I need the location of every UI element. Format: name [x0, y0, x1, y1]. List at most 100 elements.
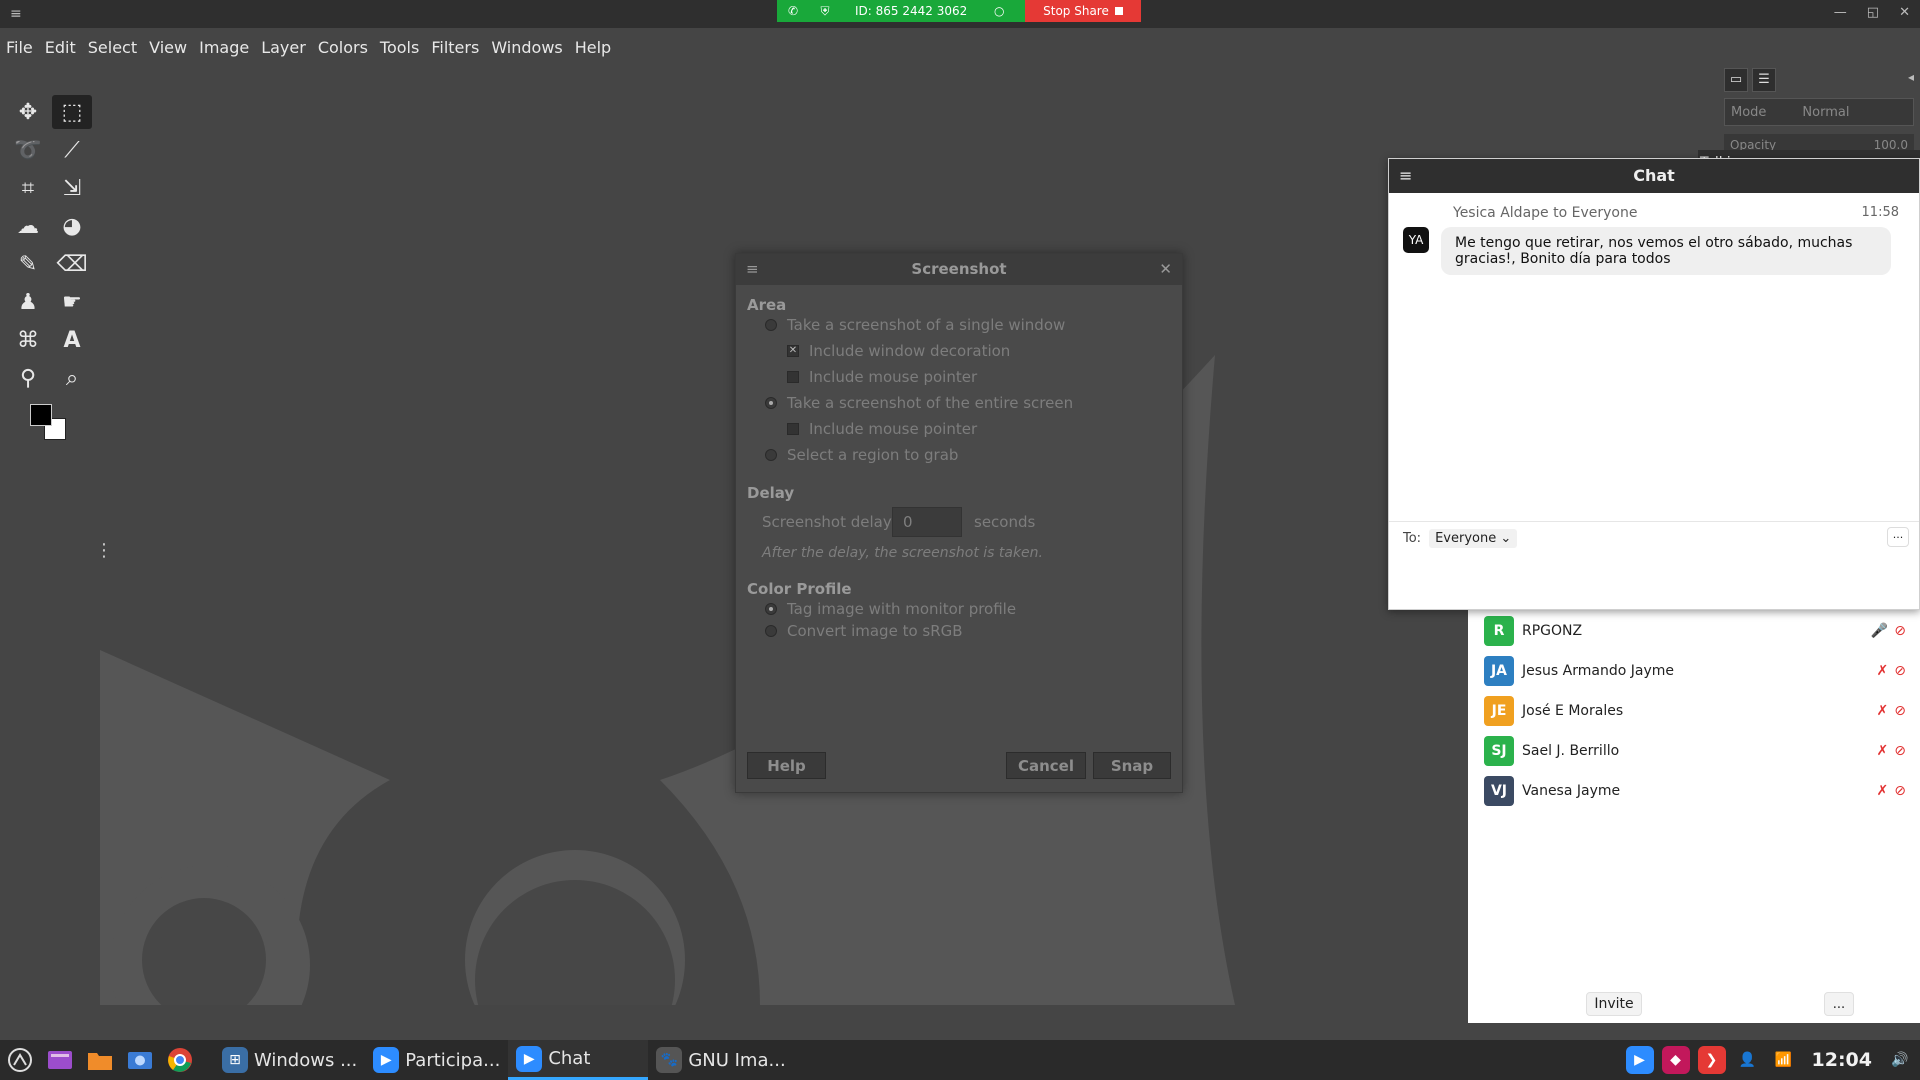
- maximize-icon[interactable]: ◱: [1867, 5, 1879, 20]
- layer-mode-select[interactable]: Mode Normal: [1724, 98, 1914, 126]
- zoom-icon: ▶: [516, 1045, 543, 1072]
- task-participants[interactable]: ▶ Participa...: [365, 1040, 508, 1080]
- menu-file[interactable]: File: [6, 36, 33, 59]
- panel-resize-handle[interactable]: ⋮: [95, 540, 113, 561]
- color-picker-tool-icon[interactable]: ⚲: [8, 361, 48, 395]
- app-menu-icon[interactable]: [0, 1040, 40, 1080]
- message-sender: Yesica Aldape to Everyone: [1453, 205, 1638, 221]
- lasso-tool-icon[interactable]: ➰: [8, 133, 48, 167]
- bucket-fill-tool-icon[interactable]: ◕: [52, 209, 92, 243]
- screenshot-app-icon[interactable]: [120, 1040, 160, 1080]
- chrome-icon[interactable]: [160, 1040, 200, 1080]
- menu-select[interactable]: Select: [88, 36, 137, 59]
- dialog-close-icon[interactable]: ✕: [1159, 254, 1172, 285]
- tag-profile-radio[interactable]: Tag image with monitor profile: [765, 600, 1016, 618]
- menu-help[interactable]: Help: [575, 36, 611, 59]
- include-pointer-checkbox-2[interactable]: Include mouse pointer: [787, 420, 977, 438]
- participant-row[interactable]: VJ Vanesa Jayme ✗ ⊘: [1484, 775, 1914, 807]
- to-label: To:: [1403, 531, 1422, 546]
- foreground-color-swatch[interactable]: [30, 404, 52, 426]
- participant-row[interactable]: JA Jesus Armando Jayme ✗ ⊘: [1484, 655, 1914, 687]
- dialog-menu-icon[interactable]: ≡: [746, 254, 759, 285]
- close-icon[interactable]: ✕: [1899, 5, 1910, 20]
- rect-select-tool-icon[interactable]: ⬚: [52, 95, 92, 129]
- layers-tab-icon[interactable]: ☰: [1752, 68, 1776, 92]
- minimize-icon[interactable]: —: [1834, 5, 1847, 20]
- crop-tool-icon[interactable]: ⌗: [8, 171, 48, 205]
- menu-edit[interactable]: Edit: [45, 36, 76, 59]
- menu-colors[interactable]: Colors: [318, 36, 368, 59]
- volume-icon[interactable]: 🔊: [1886, 1046, 1914, 1074]
- eraser-tool-icon[interactable]: ⌫: [52, 247, 92, 281]
- include-pointer-checkbox-1[interactable]: Include mouse pointer: [787, 368, 977, 386]
- video-off-icon[interactable]: ⊘: [1894, 703, 1906, 719]
- more-options-button[interactable]: ...: [1824, 992, 1854, 1016]
- menu-layer[interactable]: Layer: [261, 36, 306, 59]
- participant-row[interactable]: R RPGONZ 🎤 ⊘: [1484, 615, 1914, 647]
- invite-button[interactable]: Invite: [1586, 992, 1642, 1016]
- participant-avatar: R: [1484, 616, 1514, 646]
- move-tool-icon[interactable]: ✥: [8, 95, 48, 129]
- microphone-muted-icon[interactable]: ✗: [1877, 703, 1889, 719]
- video-off-icon[interactable]: ⊘: [1894, 623, 1906, 639]
- user-icon[interactable]: 👤: [1734, 1046, 1762, 1074]
- smudge-tool-icon[interactable]: ☛: [52, 285, 92, 319]
- region-radio[interactable]: Select a region to grab: [765, 446, 958, 464]
- task-chat[interactable]: ▶ Chat: [508, 1040, 649, 1080]
- recipient-dropdown[interactable]: Everyone ⌄: [1429, 529, 1518, 548]
- file-manager-icon[interactable]: [80, 1040, 120, 1080]
- zoom-tool-icon[interactable]: ⌕: [52, 361, 92, 395]
- participant-row[interactable]: SJ Sael J. Berrillo ✗ ⊘: [1484, 735, 1914, 767]
- microphone-muted-icon[interactable]: ✗: [1877, 743, 1889, 759]
- chat-more-button[interactable]: ···: [1887, 527, 1909, 547]
- entire-screen-radio[interactable]: Take a screenshot of the entire screen: [765, 394, 1073, 412]
- paths-tool-icon[interactable]: ⌘: [8, 323, 48, 357]
- microphone-muted-icon[interactable]: ✗: [1877, 663, 1889, 679]
- participant-row[interactable]: JE José E Morales ✗ ⊘: [1484, 695, 1914, 727]
- microphone-muted-icon[interactable]: ✗: [1877, 783, 1889, 799]
- menu-windows[interactable]: Windows: [491, 36, 562, 59]
- menu-image[interactable]: Image: [199, 36, 249, 59]
- video-off-icon[interactable]: ⊘: [1894, 663, 1906, 679]
- zoom-tray-icon[interactable]: ▶: [1625, 1046, 1654, 1074]
- microphone-icon[interactable]: 🎤: [1871, 623, 1888, 639]
- task-windows[interactable]: ⊞ Windows ...: [214, 1040, 365, 1080]
- chat-menu-icon[interactable]: ≡: [1399, 159, 1412, 193]
- delay-label: Screenshot delay:: [762, 513, 896, 531]
- dock-menu-icon[interactable]: ◂: [1908, 70, 1914, 84]
- anydesk-tray-icon[interactable]: ❯: [1697, 1046, 1726, 1074]
- video-off-icon[interactable]: ⊘: [1894, 743, 1906, 759]
- menu-view[interactable]: View: [149, 36, 187, 59]
- delay-spinbox[interactable]: 0: [892, 507, 962, 537]
- radio-icon: [765, 449, 777, 461]
- include-decoration-checkbox[interactable]: ✕ Include window decoration: [787, 342, 1010, 360]
- warp-tool-icon[interactable]: ☁: [8, 209, 48, 243]
- paintbrush-tool-icon[interactable]: ✎: [8, 247, 48, 281]
- stop-share-button[interactable]: Stop Share: [1025, 0, 1141, 22]
- app-tray-icon[interactable]: ◆: [1661, 1046, 1690, 1074]
- status-circle-icon: ○: [994, 4, 1005, 18]
- wifi-icon[interactable]: 📶: [1770, 1046, 1798, 1074]
- shield-icon[interactable]: ⛨: [809, 4, 841, 19]
- help-button[interactable]: Help: [747, 752, 826, 779]
- cancel-button[interactable]: Cancel: [1006, 752, 1086, 779]
- snap-button[interactable]: Snap: [1093, 752, 1171, 779]
- windows-icon: ⊞: [222, 1047, 248, 1073]
- single-window-radio[interactable]: Take a screenshot of a single window: [765, 316, 1065, 334]
- convert-srgb-radio[interactable]: Convert image to sRGB: [765, 622, 963, 640]
- text-tool-icon[interactable]: A: [52, 323, 92, 357]
- menu-filters[interactable]: Filters: [431, 36, 479, 59]
- clone-tool-icon[interactable]: ♟: [8, 285, 48, 319]
- task-gimp[interactable]: 🐾 GNU Ima...: [648, 1040, 793, 1080]
- task-label: GNU Ima...: [688, 1049, 786, 1071]
- video-off-icon[interactable]: ⊘: [1894, 783, 1906, 799]
- fuzzy-select-tool-icon[interactable]: ⟋: [52, 133, 92, 167]
- window-menu-icon[interactable]: ≡: [10, 6, 22, 22]
- fg-bg-color-selector[interactable]: [20, 402, 72, 450]
- clock[interactable]: 12:04: [1812, 1049, 1872, 1071]
- phone-icon[interactable]: ✆: [777, 4, 809, 18]
- transform-tool-icon[interactable]: ⇲: [52, 171, 92, 205]
- tool-options-tab-icon[interactable]: ▭: [1724, 68, 1748, 92]
- menu-tools[interactable]: Tools: [380, 36, 419, 59]
- media-player-icon[interactable]: [40, 1040, 80, 1080]
